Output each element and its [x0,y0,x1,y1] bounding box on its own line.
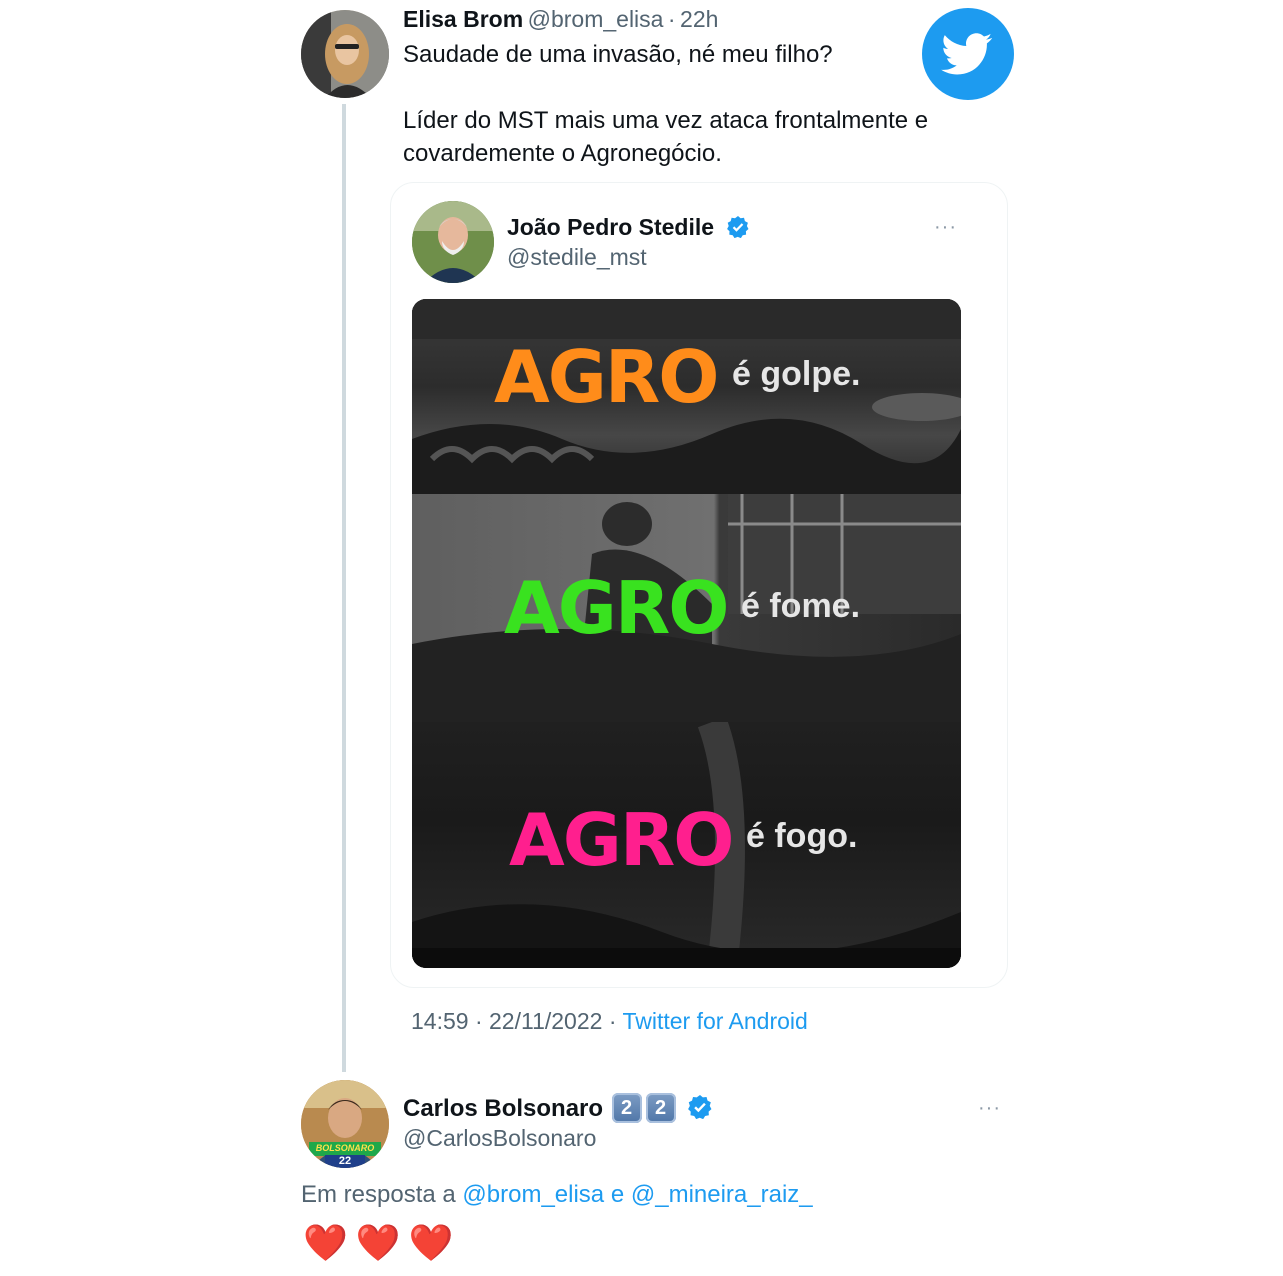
agro-phrase-1: é golpe. [732,355,861,393]
author-name[interactable]: Elisa Brom [403,6,523,32]
tweet-source-link[interactable]: Twitter for Android [622,1008,807,1034]
more-options-icon[interactable]: ··· [934,216,957,239]
keycap-digit-2: 2 [645,1093,676,1123]
mention-mineira-raiz[interactable]: @_mineira_raiz_ [631,1181,813,1208]
heart-emoji-3: ❤️ [408,1222,454,1263]
agro-word-1: AGRO [494,335,719,419]
avatar-elisa-brom[interactable] [301,10,389,98]
agro-phrase-3: é fogo. [746,817,858,855]
avatar-banner-text: BOLSONARO [315,1143,375,1153]
verified-badge-icon [688,1095,712,1124]
avatar-banner-number: 22 [338,1155,352,1167]
thread-connector-line [342,104,346,1072]
heart-emoji-2: ❤️ [355,1222,401,1263]
author-handle[interactable]: @brom_elisa [528,6,664,32]
agro-word-2: AGRO [504,566,729,650]
more-options-icon[interactable]: ··· [978,1097,1001,1120]
agro-word-3: AGRO [509,798,734,882]
quoted-author-name[interactable]: João Pedro Stedile [507,214,714,240]
avatar-carlos-bolsonaro[interactable]: BOLSONARO 22 [301,1080,389,1168]
keycap-digit-1: 2 [611,1093,642,1123]
reply-text: ❤️ ❤️ ❤️ [303,1222,461,1264]
quoted-author-handle[interactable]: @stedile_mst [507,244,647,271]
reply-author-name[interactable]: Carlos Bolsonaro [403,1095,603,1122]
tweet-timestamp[interactable]: 22h [680,6,718,32]
avatar-joao-pedro-stedile[interactable] [412,201,494,283]
mention-brom-elisa[interactable]: @brom_elisa [462,1181,604,1208]
tweet-text-line-3: covardemente o Agronegócio. [403,140,722,167]
tweet-text-line-1: Saudade de uma invasão, né meu filho? [403,41,833,68]
twitter-logo-icon [922,8,1014,100]
tweet-time[interactable]: 14:59 [411,1008,469,1034]
agro-phrase-2: é fome. [741,587,861,625]
tweet-date[interactable]: 22/11/2022 [489,1008,602,1034]
tweet-text-line-2: Líder do MST mais uma vez ataca frontalm… [403,107,929,134]
footer-separator-1: · [474,1008,483,1034]
quoted-tweet-image[interactable]: AGRO é golpe. AGRO é fome. AGRO é fogo. [412,299,961,968]
reply-author-handle[interactable]: @CarlosBolsonaro [403,1125,596,1152]
separator-dot: · [667,6,676,32]
reply-conjunction: e [610,1181,625,1208]
verified-badge-icon [726,216,749,243]
reply-prefix: Em resposta a [301,1181,456,1208]
heart-emoji-1: ❤️ [303,1222,348,1263]
footer-separator-2: · [608,1008,617,1034]
